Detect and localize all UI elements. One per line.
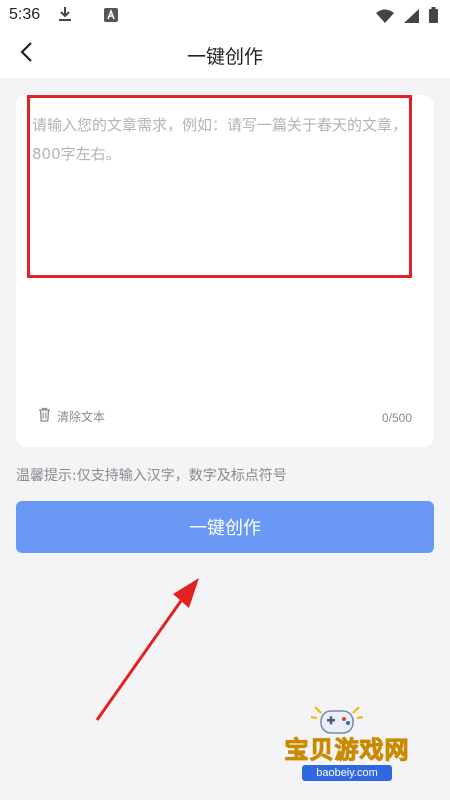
app-header: 一键创作 — [0, 30, 450, 78]
signal-icon — [404, 8, 419, 27]
wifi-icon — [376, 8, 394, 27]
create-button[interactable]: 一键创作 — [16, 501, 434, 553]
battery-icon — [429, 7, 438, 27]
status-bar: 5:36 — [0, 0, 450, 30]
article-request-input[interactable] — [32, 111, 418, 271]
page-title: 一键创作 — [186, 46, 263, 68]
download-icon — [58, 6, 72, 26]
trash-icon — [38, 407, 51, 426]
clear-text-button[interactable]: 清除文本 — [38, 407, 105, 426]
app-a-icon — [104, 7, 118, 26]
status-right-icons — [376, 7, 438, 27]
watermark: 宝贝游戏网 baobeiy.com — [272, 703, 432, 795]
watermark-title: 宝贝游戏网 — [284, 736, 410, 765]
tip-text: 温馨提示:仅支持输入汉字，数字及标点符号 — [16, 468, 287, 484]
watermark-url: baobeiy.com — [302, 765, 392, 781]
char-counter: 0/500 — [381, 411, 412, 425]
clear-text-label: 清除文本 — [57, 410, 106, 424]
status-time: 5:36 — [9, 6, 41, 23]
editor-card: 清除文本 0/500 — [16, 95, 434, 447]
status-left-icons — [58, 6, 118, 26]
annotation-arrow — [95, 578, 199, 721]
